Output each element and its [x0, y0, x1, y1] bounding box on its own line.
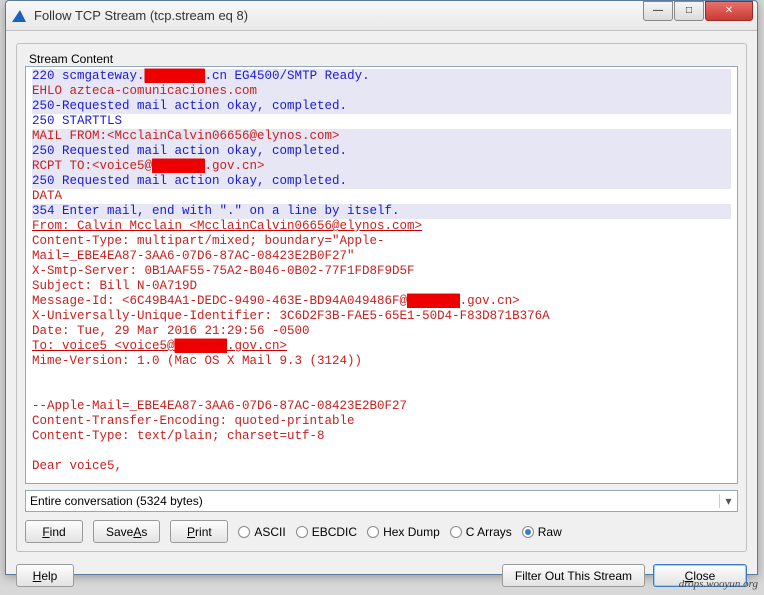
- window-buttons: — □ ✕: [643, 1, 757, 21]
- minimize-button[interactable]: —: [643, 1, 673, 21]
- close-window-button[interactable]: ✕: [705, 1, 753, 21]
- content-area: Stream Content 220 scmgateway.████████.c…: [6, 31, 757, 595]
- saveas-button[interactable]: Save As: [93, 520, 160, 543]
- stream-text[interactable]: 220 scmgateway.████████.cn EG4500/SMTP R…: [25, 66, 738, 484]
- radio-ebcdic[interactable]: EBCDIC: [296, 525, 357, 539]
- titlebar[interactable]: Follow TCP Stream (tcp.stream eq 8) — □ …: [6, 1, 757, 31]
- radio-raw[interactable]: Raw: [522, 525, 562, 539]
- stream-content-group: Stream Content 220 scmgateway.████████.c…: [16, 43, 747, 552]
- bottom-row: Help Filter Out This Stream Close: [16, 564, 747, 587]
- radio-ascii[interactable]: ASCII: [238, 525, 285, 539]
- window-title: Follow TCP Stream (tcp.stream eq 8): [34, 8, 643, 23]
- combo-text: Entire conversation (5324 bytes): [30, 494, 203, 508]
- watermark: drops.wooyun.org: [679, 578, 758, 590]
- filter-out-button[interactable]: Filter Out This Stream: [502, 564, 645, 587]
- chevron-down-icon: ▾: [719, 494, 737, 508]
- radio-carrays[interactable]: C Arrays: [450, 525, 512, 539]
- conversation-combo[interactable]: Entire conversation (5324 bytes) ▾: [25, 490, 738, 512]
- window: Follow TCP Stream (tcp.stream eq 8) — □ …: [5, 0, 758, 575]
- toolbar-row: Find Save As Print ASCII EBCDIC Hex Dump…: [25, 520, 738, 543]
- find-button[interactable]: Find: [25, 520, 83, 543]
- wireshark-icon: [12, 8, 28, 24]
- help-button[interactable]: Help: [16, 564, 74, 587]
- group-title: Stream Content: [25, 52, 117, 66]
- maximize-button[interactable]: □: [674, 1, 704, 21]
- print-button[interactable]: Print: [170, 520, 228, 543]
- radio-hexdump[interactable]: Hex Dump: [367, 525, 440, 539]
